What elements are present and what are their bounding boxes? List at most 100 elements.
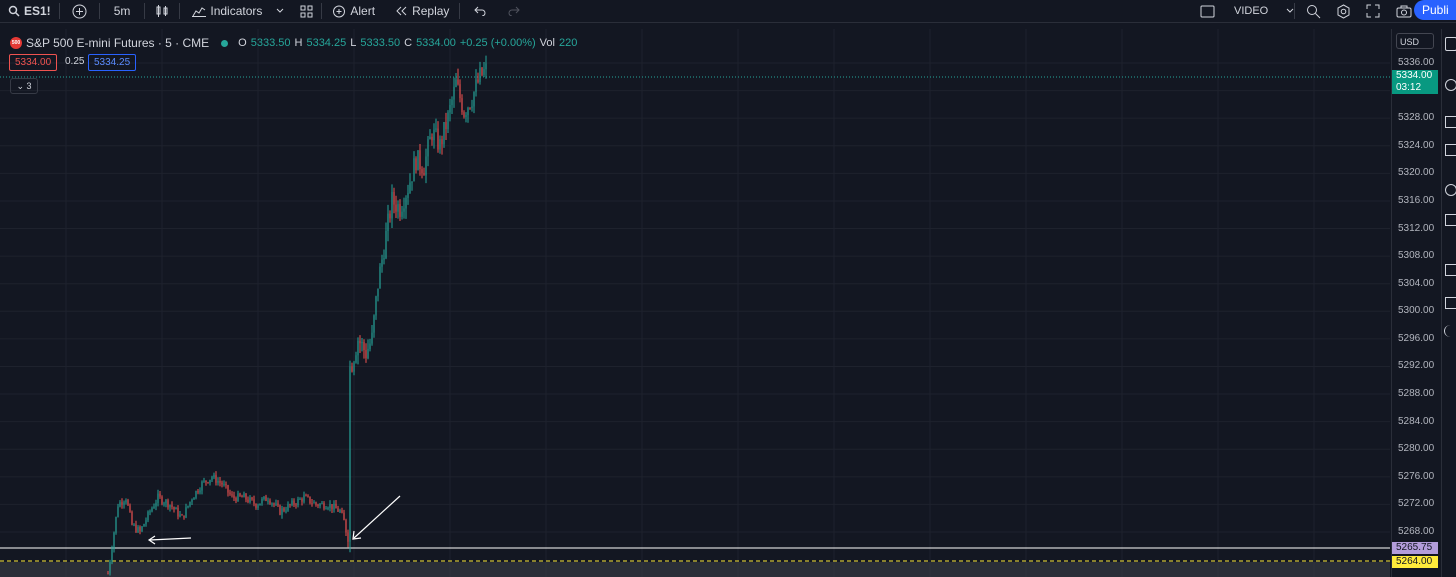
candle-body xyxy=(169,504,171,508)
candle-body xyxy=(291,500,293,505)
fullscreen-button[interactable] xyxy=(1358,0,1388,22)
alert-button[interactable]: Alert xyxy=(322,0,385,22)
ideas-icon[interactable] xyxy=(1445,214,1456,226)
chat-icon[interactable] xyxy=(1445,264,1456,276)
hotlist-icon[interactable] xyxy=(1445,297,1456,309)
candle-body xyxy=(413,158,415,182)
candle-body xyxy=(147,511,149,521)
candle-body xyxy=(179,514,181,517)
collapse-indicators-button[interactable]: ⌄ 3 xyxy=(10,78,38,94)
candle-body xyxy=(421,169,423,174)
candle-body xyxy=(151,508,153,512)
symbol-legend[interactable]: 500 S&P 500 E-mini Futures · 5 · CME O 53… xyxy=(10,36,577,50)
candle-body xyxy=(255,503,257,508)
candle-body xyxy=(329,504,331,508)
chart-type-button[interactable] xyxy=(145,0,179,22)
undo-button[interactable] xyxy=(460,0,500,22)
candle-body xyxy=(439,139,441,150)
sell-price-button[interactable]: 5334.00 xyxy=(9,54,58,71)
candle-body xyxy=(287,504,289,511)
redo-button[interactable] xyxy=(500,0,528,22)
candle-body xyxy=(319,503,321,506)
candle-body xyxy=(183,515,185,518)
candle-body xyxy=(457,79,459,85)
candle-body xyxy=(455,79,457,87)
rewind-icon xyxy=(395,6,408,16)
indicators-button[interactable]: Indicators xyxy=(180,0,292,22)
candle-body xyxy=(331,504,333,510)
news-icon[interactable] xyxy=(1445,144,1456,156)
candle-body xyxy=(197,490,199,493)
candle-body xyxy=(403,208,405,212)
settings-button[interactable] xyxy=(1328,0,1359,22)
magnify-icon xyxy=(1306,4,1321,19)
candle-body xyxy=(381,259,383,267)
candle-body xyxy=(437,128,439,150)
candle-body xyxy=(465,115,467,117)
layout-button[interactable] xyxy=(1192,0,1223,22)
candle-body xyxy=(149,511,151,513)
candle-body xyxy=(135,524,137,533)
video-label: VIDEO xyxy=(1234,5,1269,17)
level-2-label: 5264.00 xyxy=(1392,556,1438,568)
candle-body xyxy=(349,366,351,542)
candle-body xyxy=(485,63,487,70)
candle-body xyxy=(371,332,373,344)
candle-body xyxy=(407,192,409,198)
broadcast-icon[interactable] xyxy=(1444,325,1456,337)
alerts-icon[interactable] xyxy=(1445,79,1456,91)
currency-selector[interactable]: USD xyxy=(1396,33,1434,49)
candle-body xyxy=(471,106,473,109)
replay-button[interactable]: Replay xyxy=(385,0,459,22)
candle-body xyxy=(155,502,157,507)
interval-label: 5m xyxy=(113,4,131,18)
interval-button[interactable]: 5m xyxy=(100,0,145,22)
calendar-icon[interactable] xyxy=(1445,184,1456,196)
candle-body xyxy=(459,84,461,99)
symbol-search-button[interactable]: ES1! xyxy=(0,0,59,22)
price-axis[interactable]: 5336.005332.005328.005324.005320.005316.… xyxy=(1391,29,1442,577)
candle-body xyxy=(271,503,273,505)
right-sidebar xyxy=(1441,29,1456,577)
video-button[interactable]: VIDEO xyxy=(1226,0,1302,22)
candle-body xyxy=(263,496,265,499)
candle-body xyxy=(387,213,389,231)
price-tick-label: 5304.00 xyxy=(1398,277,1435,289)
candle-body xyxy=(351,366,353,372)
chevron-down-icon[interactable] xyxy=(276,8,284,14)
candle-body xyxy=(211,477,213,480)
candle-body xyxy=(125,500,127,503)
candle-body xyxy=(173,507,175,510)
lower-band xyxy=(0,562,1390,577)
price-tick-label: 5300.00 xyxy=(1398,305,1435,317)
candle-body xyxy=(411,181,413,183)
candle-body xyxy=(253,499,255,504)
candle-body xyxy=(195,490,197,498)
templates-button[interactable] xyxy=(292,0,321,22)
candle-body xyxy=(117,506,119,517)
publish-button[interactable]: Publi xyxy=(1414,0,1456,20)
candle-body xyxy=(229,492,231,495)
watchlist-icon[interactable] xyxy=(1445,37,1456,51)
candle-body xyxy=(111,549,113,562)
compare-button[interactable] xyxy=(60,0,99,22)
candle-body xyxy=(207,482,209,484)
market-open-icon xyxy=(221,39,229,47)
low-value: 5333.50 xyxy=(360,37,401,49)
candle-body xyxy=(201,481,203,491)
candle-body xyxy=(189,501,191,506)
price-chart[interactable] xyxy=(0,29,1390,577)
price-tick-label: 5312.00 xyxy=(1398,222,1435,234)
candle-body xyxy=(285,510,287,512)
candle-body xyxy=(199,490,201,493)
candle-body xyxy=(115,516,117,533)
quick-search-button[interactable] xyxy=(1298,0,1329,22)
candle-body xyxy=(445,122,447,130)
object-tree-icon[interactable] xyxy=(1445,116,1456,128)
buy-price-button[interactable]: 5334.25 xyxy=(88,54,137,71)
high-value: 5334.25 xyxy=(306,37,347,49)
annotation-arrow-2 xyxy=(352,495,401,540)
symbol-title[interactable]: S&P 500 E-mini Futures · 5 · CME xyxy=(26,36,209,50)
candle-body xyxy=(185,507,187,518)
candle-body xyxy=(239,493,241,497)
